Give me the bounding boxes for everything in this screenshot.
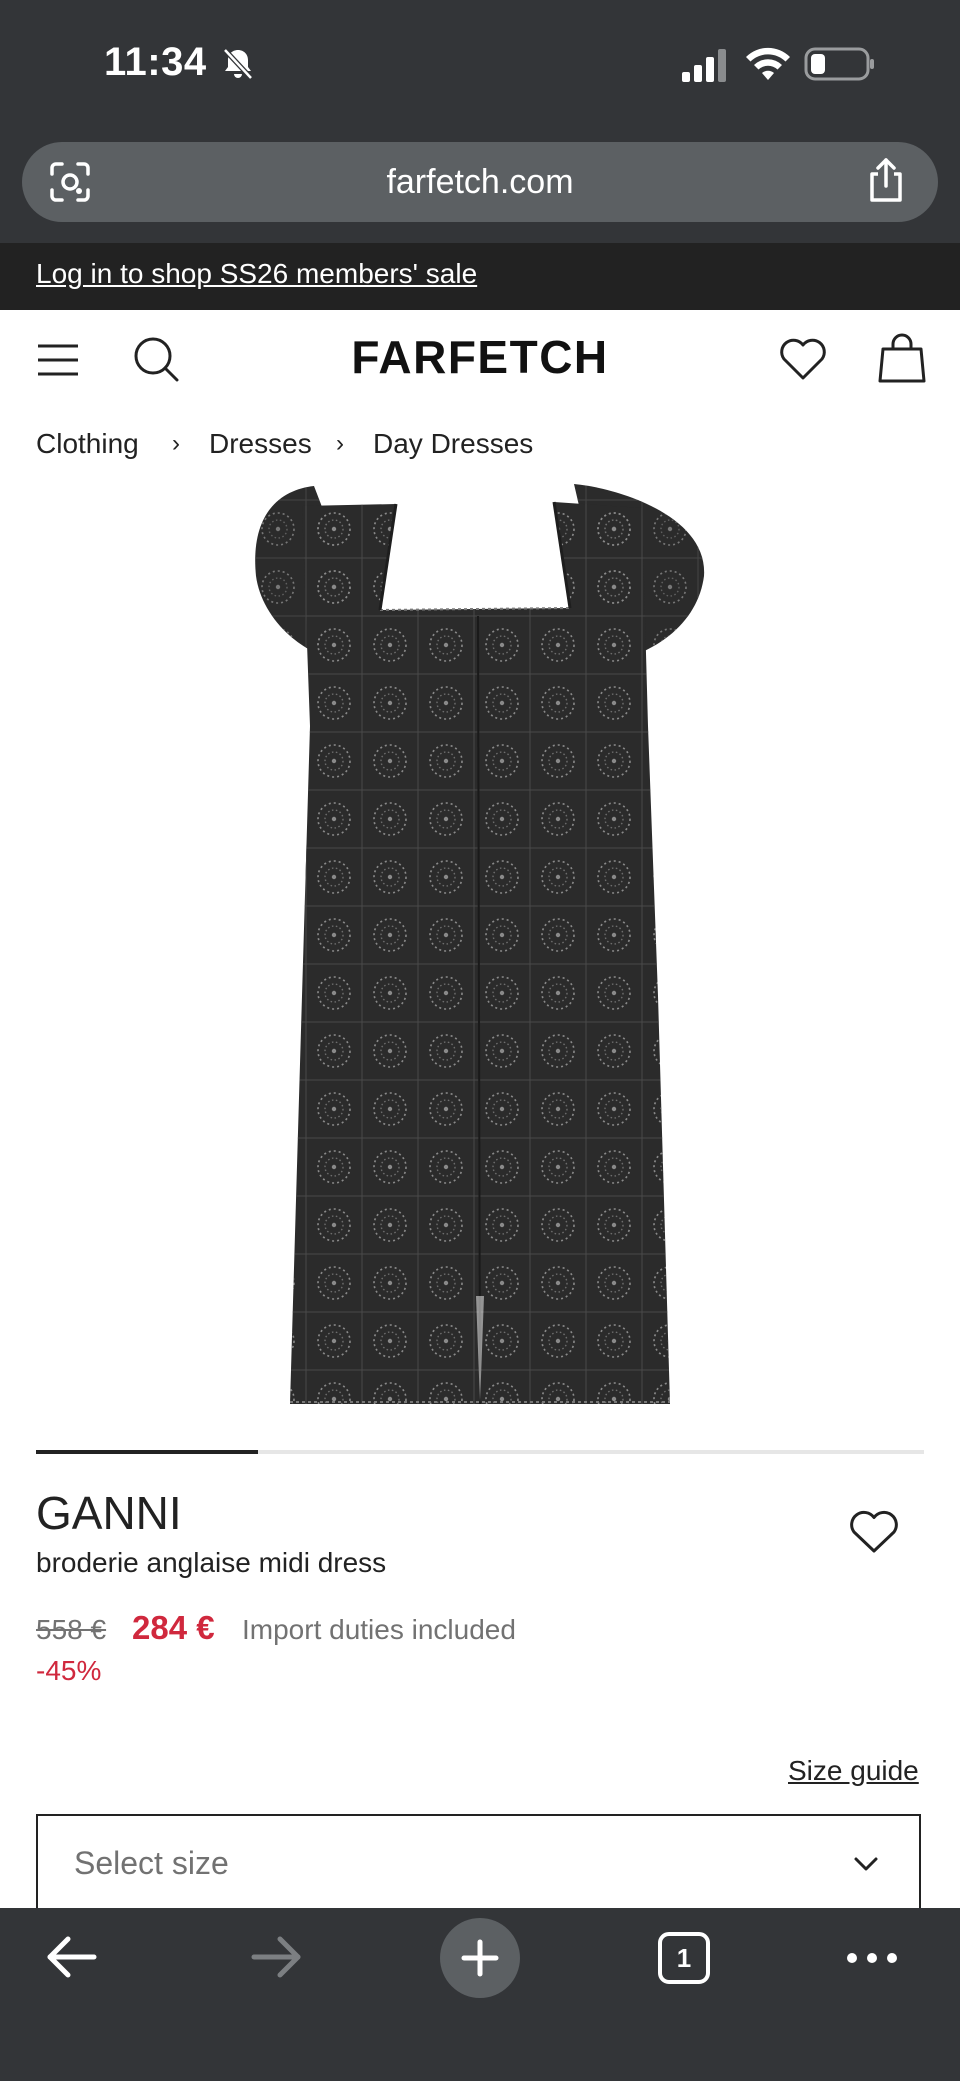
more-icon[interactable] — [844, 1946, 900, 1970]
sale-price: 284 € — [132, 1609, 215, 1646]
product-brand[interactable]: GANNI — [36, 1486, 182, 1540]
status-time: 11:34 — [104, 40, 207, 84]
breadcrumb-separator: › — [172, 430, 180, 457]
gallery-progress-indicator — [36, 1450, 258, 1454]
wifi-icon — [746, 47, 790, 80]
product-name: broderie anglaise midi dress — [36, 1547, 387, 1578]
share-icon[interactable] — [864, 156, 908, 204]
size-select-placeholder[interactable]: Select size — [74, 1845, 229, 1882]
forward-arrow-icon[interactable] — [246, 1932, 306, 1982]
signal-icon — [682, 49, 726, 82]
size-guide-link[interactable]: Size guide — [788, 1755, 919, 1787]
original-price: 558 € — [36, 1614, 107, 1645]
product-image[interactable] — [238, 476, 722, 1404]
breadcrumb-separator: › — [336, 430, 344, 457]
shopping-bag-icon[interactable] — [876, 332, 928, 384]
breadcrumb-day-dresses[interactable]: Day Dresses — [373, 428, 533, 460]
import-duties-note: Import duties included — [242, 1614, 516, 1645]
tab-count[interactable]: 1 — [656, 1930, 712, 1986]
breadcrumb-clothing[interactable]: Clothing — [36, 428, 139, 460]
plus-icon — [461, 1939, 499, 1977]
battery-icon — [804, 47, 874, 81]
breadcrumb-dresses[interactable]: Dresses — [209, 428, 312, 460]
lens-icon[interactable] — [48, 160, 92, 204]
back-arrow-icon[interactable] — [42, 1932, 102, 1982]
chevron-down-icon[interactable] — [852, 1850, 880, 1878]
bell-slash-icon — [223, 48, 253, 80]
members-sale-login-link[interactable]: Log in to shop SS26 members' sale — [36, 258, 477, 290]
new-tab-button[interactable] — [440, 1918, 520, 1998]
discount-percent: -45% — [36, 1655, 102, 1686]
add-to-wishlist-heart-icon[interactable] — [848, 1508, 900, 1556]
url-text[interactable]: farfetch.com — [0, 142, 960, 222]
wishlist-heart-icon[interactable] — [778, 336, 828, 382]
